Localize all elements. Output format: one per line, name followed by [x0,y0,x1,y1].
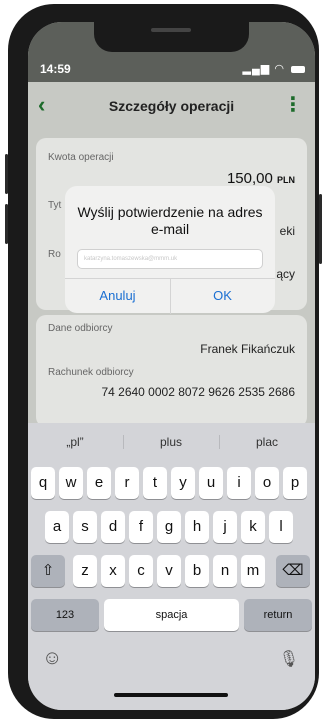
key-f[interactable]: f [129,511,153,543]
key-v[interactable]: v [157,555,181,587]
amount-value: 150,00 PLN [226,170,295,187]
home-indicator[interactable] [114,693,228,697]
key-k[interactable]: k [241,511,265,543]
page-title: Szczegóły operacji [108,98,235,114]
key-p[interactable]: p [283,467,307,499]
key-z[interactable]: z [73,555,97,587]
status-time: 14:59 [40,62,71,76]
recipient-card: Dane odbiorcy Franek Fikańczuk Rachunek … [36,315,307,427]
ok-button[interactable]: OK [170,279,275,314]
email-dialog: Wyślij potwierdzenie na adres e-mail kat… [65,186,275,314]
status-icons: ▂▄▆ ◠ [243,62,305,75]
key-h[interactable]: h [185,511,209,543]
app-header: ‹ Szczegóły operacji ⋮ [28,82,315,130]
key-b[interactable]: b [185,555,209,587]
key-j[interactable]: j [213,511,237,543]
backspace-key[interactable]: ⌫ [276,555,310,587]
return-key[interactable]: return [244,599,312,631]
side-button [319,194,322,264]
key-d[interactable]: d [101,511,125,543]
volume-up-button [5,154,8,194]
recipient-value: Franek Fikańczuk [200,342,295,356]
more-options-icon[interactable]: ⋮ [283,92,303,117]
key-r[interactable]: r [115,467,139,499]
key-t[interactable]: t [143,467,167,499]
date-label: Ro [48,249,61,260]
emoji-icon[interactable]: ☺ [42,647,62,670]
key-m[interactable]: m [241,555,265,587]
key-n[interactable]: n [213,555,237,587]
email-input[interactable]: katarzyna.tomaszewska@mmm.uk [77,249,263,269]
recipient-label: Dane odbiorcy [48,323,113,334]
numbers-key[interactable]: 123 [31,599,99,631]
account-label: Rachunek odbiorcy [48,367,134,378]
volume-down-button [5,204,8,244]
key-x[interactable]: x [101,555,125,587]
account-value: 74 2640 0002 8072 9626 2535 2686 [101,385,295,399]
key-s[interactable]: s [73,511,97,543]
dialog-actions: Anuluj OK [65,278,275,314]
title-value: eki [279,224,295,238]
key-g[interactable]: g [157,511,181,543]
wifi-icon: ◠ [274,63,285,75]
key-o[interactable]: o [255,467,279,499]
key-i[interactable]: i [227,467,251,499]
suggestion-1[interactable]: „pl” [28,423,122,461]
date-value: ący [276,267,295,281]
dialog-title: Wyślij potwierdzenie na adres e-mail [77,204,263,237]
amount-label: Kwota operacji [48,152,114,163]
keyboard: „pl” plus plac q w e r t y u i o p a s d… [28,423,315,710]
title-label: Tyt [48,200,62,211]
key-e[interactable]: e [87,467,111,499]
cancel-button[interactable]: Anuluj [65,279,170,314]
key-y[interactable]: y [171,467,195,499]
suggestion-2[interactable]: plus [124,423,218,461]
key-u[interactable]: u [199,467,223,499]
suggestion-3[interactable]: plac [220,423,314,461]
phone-frame: 14:59 ▂▄▆ ◠ ‹ Szczegóły operacji ⋮ Kwota… [5,4,322,719]
screen: 14:59 ▂▄▆ ◠ ‹ Szczegóły operacji ⋮ Kwota… [28,22,315,710]
microphone-icon[interactable]: 🎙 [279,649,299,669]
key-l[interactable]: l [269,511,293,543]
key-c[interactable]: c [129,555,153,587]
shift-key[interactable]: ⇧ [31,555,65,587]
signal-icon: ▂▄▆ [242,63,271,75]
key-q[interactable]: q [31,467,55,499]
key-a[interactable]: a [45,511,69,543]
key-w[interactable]: w [59,467,83,499]
notch [94,22,249,52]
battery-icon [291,65,305,73]
space-key[interactable]: spacja [104,599,239,631]
